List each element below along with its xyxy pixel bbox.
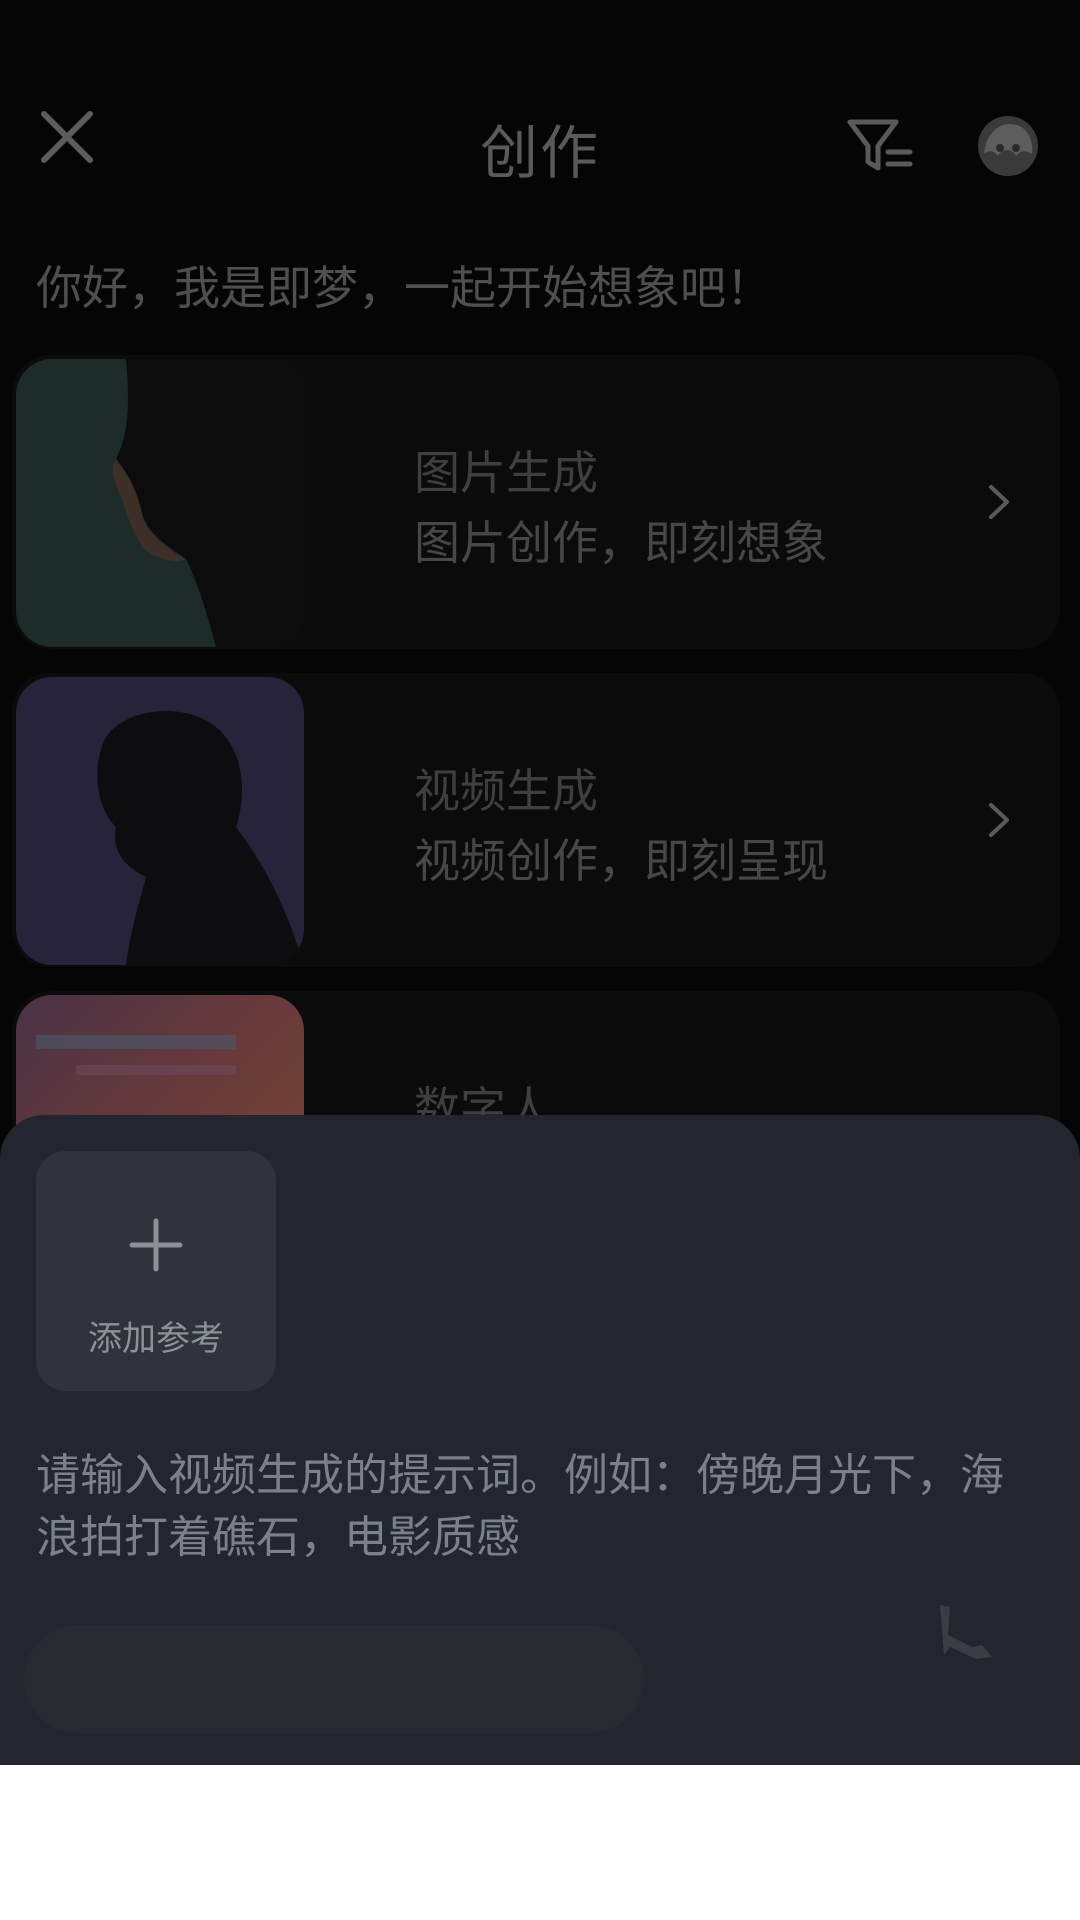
app-screen: 创作 你好，我是即梦，一起开始想象吧！ 图片生成 图片创作，即刻想象 视频生成 … xyxy=(0,0,1080,1765)
filter-icon xyxy=(847,119,913,171)
add-reference-label: 添加参考 xyxy=(88,1319,224,1359)
chevron-right-icon xyxy=(989,485,1009,519)
avatar-icon xyxy=(978,116,1038,176)
close-icon xyxy=(41,111,93,163)
card-title: 视频生成 xyxy=(414,764,598,818)
feature-card-image-generation[interactable]: 图片生成 图片创作，即刻想象 xyxy=(12,355,1060,649)
plus-icon xyxy=(129,1218,183,1272)
greeting-text: 你好，我是即梦，一起开始想象吧！ xyxy=(36,261,772,315)
card-subtitle: 视频创作，即刻呈现 xyxy=(414,834,828,888)
blank-area xyxy=(0,1765,1080,1920)
card-title: 图片生成 xyxy=(414,446,598,500)
feature-card-video-generation[interactable]: 视频生成 视频创作，即刻呈现 xyxy=(12,673,1060,967)
chevron-right-icon xyxy=(989,803,1009,837)
video-generation-thumbnail xyxy=(16,677,304,965)
prompt-input[interactable] xyxy=(36,1445,1044,1585)
top-bar: 创作 xyxy=(0,70,1080,220)
add-reference-button[interactable]: 添加参考 xyxy=(36,1151,276,1391)
composer-toolbar[interactable] xyxy=(24,1625,644,1733)
image-generation-thumbnail xyxy=(16,359,304,647)
send-icon xyxy=(940,1605,992,1659)
composer-sheet: 添加参考 xyxy=(0,1115,1080,1765)
avatar-button[interactable] xyxy=(972,110,1044,182)
close-button[interactable] xyxy=(28,100,108,180)
card-subtitle: 图片创作，即刻想象 xyxy=(414,516,828,570)
send-button[interactable] xyxy=(910,1585,1020,1695)
filter-button[interactable] xyxy=(840,104,920,184)
page-title: 创作 xyxy=(479,119,600,187)
